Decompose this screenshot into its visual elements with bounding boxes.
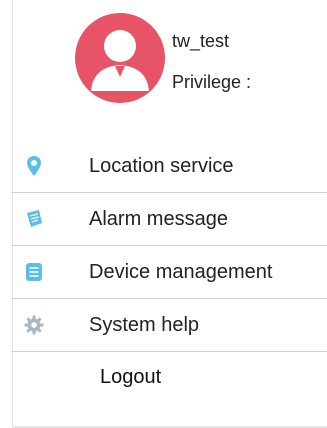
menu-item-device-management[interactable]: Device management bbox=[12, 246, 327, 299]
menu-list: Location service Alarm message Device ma… bbox=[12, 140, 327, 352]
gear-icon bbox=[22, 313, 46, 337]
menu-item-location-service[interactable]: Location service bbox=[12, 140, 327, 193]
location-pin-icon bbox=[22, 154, 46, 178]
menu-item-label: System help bbox=[89, 313, 200, 336]
user-icon bbox=[91, 30, 149, 91]
privilege-label: Privilege : bbox=[172, 72, 252, 92]
document-list-icon bbox=[22, 260, 46, 284]
menu-item-system-help[interactable]: System help bbox=[12, 299, 327, 352]
username: tw_test bbox=[172, 31, 230, 51]
menu-item-alarm-message[interactable]: Alarm message bbox=[12, 193, 327, 246]
menu-item-label: Alarm message bbox=[89, 207, 228, 230]
avatar[interactable] bbox=[75, 13, 165, 103]
logout-button[interactable]: Logout bbox=[100, 366, 161, 389]
menu-item-label: Location service bbox=[89, 154, 234, 177]
menu-item-label: Device management bbox=[89, 260, 273, 283]
alarm-message-icon bbox=[22, 207, 46, 231]
